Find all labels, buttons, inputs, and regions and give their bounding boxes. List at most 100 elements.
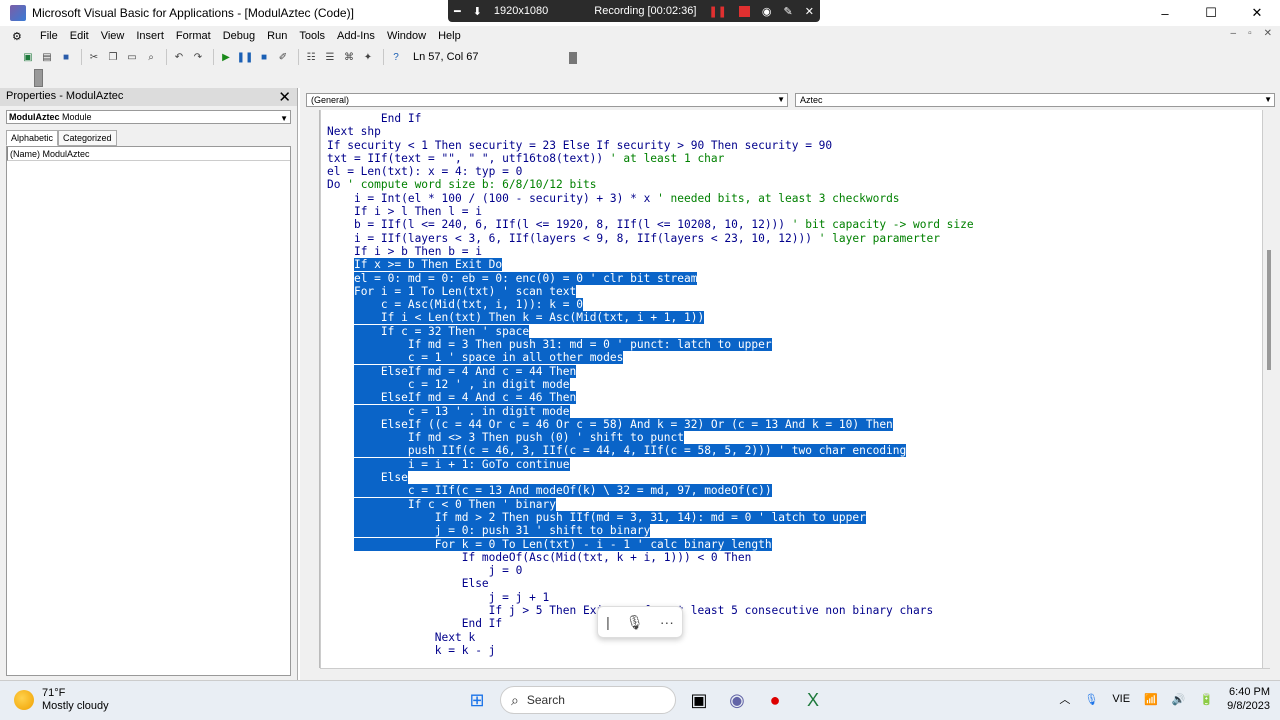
reset-icon[interactable]: ■ [256,49,272,65]
code-editor[interactable]: End If Next shp If security < 1 Then secur… [320,110,1270,668]
menu-file[interactable]: File [40,30,58,42]
code-line[interactable]: If i > l Then l = i [327,205,974,218]
property-value[interactable]: ModulAztec [43,149,90,159]
teams-icon[interactable]: ◉ [722,685,752,715]
start-icon[interactable]: ⊞ [462,685,492,715]
more-icon[interactable]: ··· [660,614,674,630]
cursor-icon[interactable]: | [606,614,610,630]
menu-format[interactable]: Format [176,30,211,42]
task-view-icon[interactable]: ▣ [684,685,714,715]
chevron-up-icon[interactable]: ︿ [1059,691,1070,707]
break-icon[interactable]: ❚❚ [237,49,254,65]
vertical-scrollbar[interactable] [1262,110,1276,668]
code-line[interactable]: k = k - j [327,644,974,657]
toolbar-options-icon[interactable] [569,52,577,64]
mic-tray-icon[interactable]: 🎙 [1084,693,1098,706]
toolbox-icon[interactable]: ✦ [360,49,376,65]
clock[interactable]: 6:40 PM 9/8/2023 [1227,685,1270,713]
close-button[interactable]: ✕ [1234,0,1280,26]
code-line[interactable]: j = j + 1 [327,591,974,604]
camera-icon[interactable]: ◉ [762,5,772,18]
mdi-minimize-icon[interactable]: ‒ [1231,28,1237,39]
menu-edit[interactable]: Edit [70,30,89,42]
battery-icon[interactable]: 🔋 [1199,693,1213,706]
maximize-button[interactable]: ☐ [1188,0,1234,26]
menu-run[interactable]: Run [267,30,287,42]
tab-categorized[interactable]: Categorized [58,130,117,146]
help-icon[interactable]: ? [388,49,404,65]
code-line[interactable]: b = IIf(l <= 240, 6, IIf(l <= 1920, 8, I… [327,218,974,231]
run-icon[interactable]: ▶ [218,49,234,65]
code-line[interactable]: j = 0 [327,564,974,577]
general-combo[interactable]: (General) ▼ [306,93,788,107]
insert-module-icon[interactable]: ▤ [39,49,55,65]
menu-window[interactable]: Window [387,30,426,42]
redo-icon[interactable]: ↷ [190,49,206,65]
margin-indicator-bar[interactable] [306,110,320,668]
properties-icon[interactable]: ☰ [322,49,338,65]
stop-icon[interactable] [738,5,750,17]
find-icon[interactable]: ⌕ [143,49,159,65]
search-box[interactable]: ⌕ Search [500,686,676,714]
chevron-down-icon[interactable]: ▼ [777,94,785,106]
code-line[interactable]: Else [327,577,974,590]
save-icon[interactable]: ■ [58,49,74,65]
minimize-recorder-icon[interactable]: ━ [454,5,461,18]
scroll-thumb[interactable] [1267,250,1271,370]
code-line[interactable]: If md > 2 Then push IIf(md = 3, 31, 14):… [327,510,974,524]
code-line[interactable]: push IIf(c = 46, 3, IIf(c = 44, 4, IIf(c… [327,444,974,458]
pen-icon[interactable]: ✎ [783,5,792,18]
menu-help[interactable]: Help [438,30,461,42]
code-line[interactable]: ElseIf md = 4 And c = 44 Then [327,364,974,378]
code-line[interactable]: Do ' compute word size b: 6/8/10/12 bits [327,178,974,191]
paste-icon[interactable]: ▭ [124,49,140,65]
object-selector[interactable]: ModulAztec Module ▼ [6,110,291,124]
code-line[interactable]: txt = IIf(text = "", " ", utf16to8(text)… [327,152,974,165]
code-lines[interactable]: End If Next shp If security < 1 Then secur… [327,112,974,657]
menu-tools[interactable]: Tools [299,30,325,42]
chevron-down-icon[interactable]: ▼ [280,113,288,125]
excel-icon[interactable]: X [798,685,828,715]
menu-insert[interactable]: Insert [136,30,164,42]
excel-view-icon[interactable]: ▣ [20,49,36,65]
code-line[interactable]: el = 0: md = 0: eb = 0: enc(0) = 0 ' clr… [327,271,974,285]
code-line[interactable]: c = 13 ' . in digit mode [327,404,974,418]
mdi-close-icon[interactable]: ✕ [1264,28,1272,39]
menu-add-ins[interactable]: Add-Ins [337,30,375,42]
code-line[interactable]: ElseIf ((c = 44 Or c = 46 Or c = 58) And… [327,417,974,431]
code-line[interactable]: i = Int(el * 100 / (100 - security) + 3)… [327,192,974,205]
code-line[interactable]: c = IIf(c = 13 And modeOf(k) \ 32 = md, … [327,484,974,498]
mic-icon[interactable]: 🎙 [626,614,644,631]
weather-widget[interactable]: 71°F Mostly cloudy [14,687,109,713]
code-line[interactable]: If security < 1 Then security = 23 Else … [327,139,974,152]
code-line[interactable]: j = 0: push 31 ' shift to binary [327,524,974,538]
code-line[interactable]: c = Asc(Mid(txt, i, 1)): k = 0 [327,298,974,312]
code-line[interactable]: End If [327,112,974,125]
cut-icon[interactable]: ✂ [86,49,102,65]
code-line[interactable]: If md = 3 Then push 31: md = 0 ' punct: … [327,338,974,352]
menu-view[interactable]: View [101,30,125,42]
code-line[interactable]: c = 1 ' space in all other modes [327,351,974,365]
code-line[interactable]: ElseIf md = 4 And c = 46 Then [327,391,974,405]
code-line[interactable]: If md <> 3 Then push (0) ' shift to punc… [327,431,974,445]
code-line[interactable]: Next shp [327,125,974,138]
code-line[interactable]: If x >= b Then Exit Do [327,258,974,272]
code-line[interactable]: If modeOf(Asc(Mid(txt, k + i, 1))) < 0 T… [327,551,974,564]
copy-icon[interactable]: ❐ [105,49,121,65]
horizontal-scrollbar[interactable] [320,668,1270,680]
design-mode-icon[interactable]: ✐ [275,49,291,65]
code-line[interactable]: If i < Len(txt) Then k = Asc(Mid(txt, i … [327,311,974,325]
project-explorer-icon[interactable]: ☷ [303,49,319,65]
object-browser-icon[interactable]: ⌘ [341,49,357,65]
tab-alphabetic[interactable]: Alphabetic [6,130,59,146]
menu-debug[interactable]: Debug [223,30,255,42]
minimize-button[interactable]: – [1142,0,1188,26]
code-line[interactable]: If i > b Then b = i [327,245,974,258]
code-line[interactable]: If c = 32 Then ' space [327,324,974,338]
toolbar-grip[interactable] [34,69,43,87]
code-line[interactable]: Else [327,471,974,485]
code-line[interactable]: i = i + 1: GoTo continue [327,457,974,471]
pause-icon[interactable]: ❚❚ [708,5,726,18]
code-line[interactable]: For k = 0 To Len(txt) - i - 1 ' calc bin… [327,537,974,551]
mdi-restore-icon[interactable]: ▫ [1248,28,1252,39]
